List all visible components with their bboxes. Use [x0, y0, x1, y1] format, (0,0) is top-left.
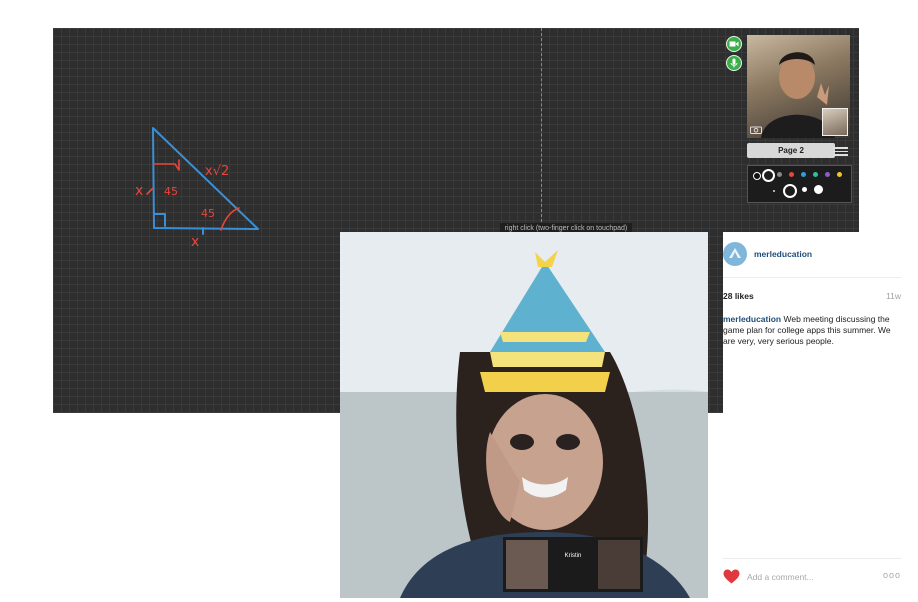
self-video-thumbnail[interactable]: [822, 108, 848, 136]
comment-input[interactable]: Add a comment...: [747, 572, 814, 582]
brush-size-medium[interactable]: [802, 187, 807, 192]
likes-count[interactable]: 28 likes: [723, 291, 754, 301]
color-swatch-gray[interactable]: [777, 172, 782, 177]
photo-content: Kristin: [340, 232, 708, 598]
page-selector-button[interactable]: Page 2: [747, 143, 835, 158]
footer-divider: [723, 558, 901, 559]
mic-toggle-button[interactable]: [726, 55, 742, 71]
color-swatch-purple[interactable]: [825, 172, 830, 177]
color-swatch-white[interactable]: [762, 169, 775, 182]
microphone-icon: [730, 58, 738, 68]
post-age[interactable]: 11w: [886, 291, 901, 301]
color-swatch-yellow[interactable]: [837, 172, 842, 177]
camera-snapshot-icon[interactable]: [750, 125, 762, 134]
heart-icon[interactable]: [723, 569, 740, 584]
caption-username[interactable]: merleducation: [723, 314, 781, 324]
color-swatch-teal[interactable]: [813, 172, 818, 177]
angle-bottom-label: 45: [201, 207, 215, 220]
color-swatch-black[interactable]: [753, 172, 761, 180]
post-caption: merleducation Web meeting discussing the…: [723, 314, 901, 347]
logo-icon: [729, 248, 741, 258]
angle-top-label: 45: [164, 185, 178, 198]
brush-size-xs[interactable]: [773, 190, 775, 192]
video-camera-icon: [729, 41, 739, 47]
profile-avatar[interactable]: [723, 242, 747, 266]
side-label: x: [135, 183, 143, 199]
more-options-icon[interactable]: ooo: [883, 570, 901, 580]
instagram-photo[interactable]: Kristin: [340, 232, 708, 598]
color-swatch-red[interactable]: [789, 172, 794, 177]
brush-size-selected[interactable]: [783, 184, 797, 198]
profile-username[interactable]: merleducation: [754, 249, 812, 259]
hypotenuse-label: x√2: [205, 164, 229, 179]
menu-icon[interactable]: [833, 145, 848, 157]
instagram-post-panel: merleducation 28 likes 11w merleducation…: [723, 232, 901, 598]
color-swatch-blue[interactable]: [801, 172, 806, 177]
color-palette: [747, 165, 852, 203]
remote-video[interactable]: [747, 35, 850, 138]
video-toggle-button[interactable]: [726, 36, 742, 52]
brush-size-large[interactable]: [814, 185, 823, 194]
header-divider: [723, 277, 901, 278]
photo-tile-label: Kristin: [565, 553, 582, 559]
base-label: x: [191, 234, 199, 250]
